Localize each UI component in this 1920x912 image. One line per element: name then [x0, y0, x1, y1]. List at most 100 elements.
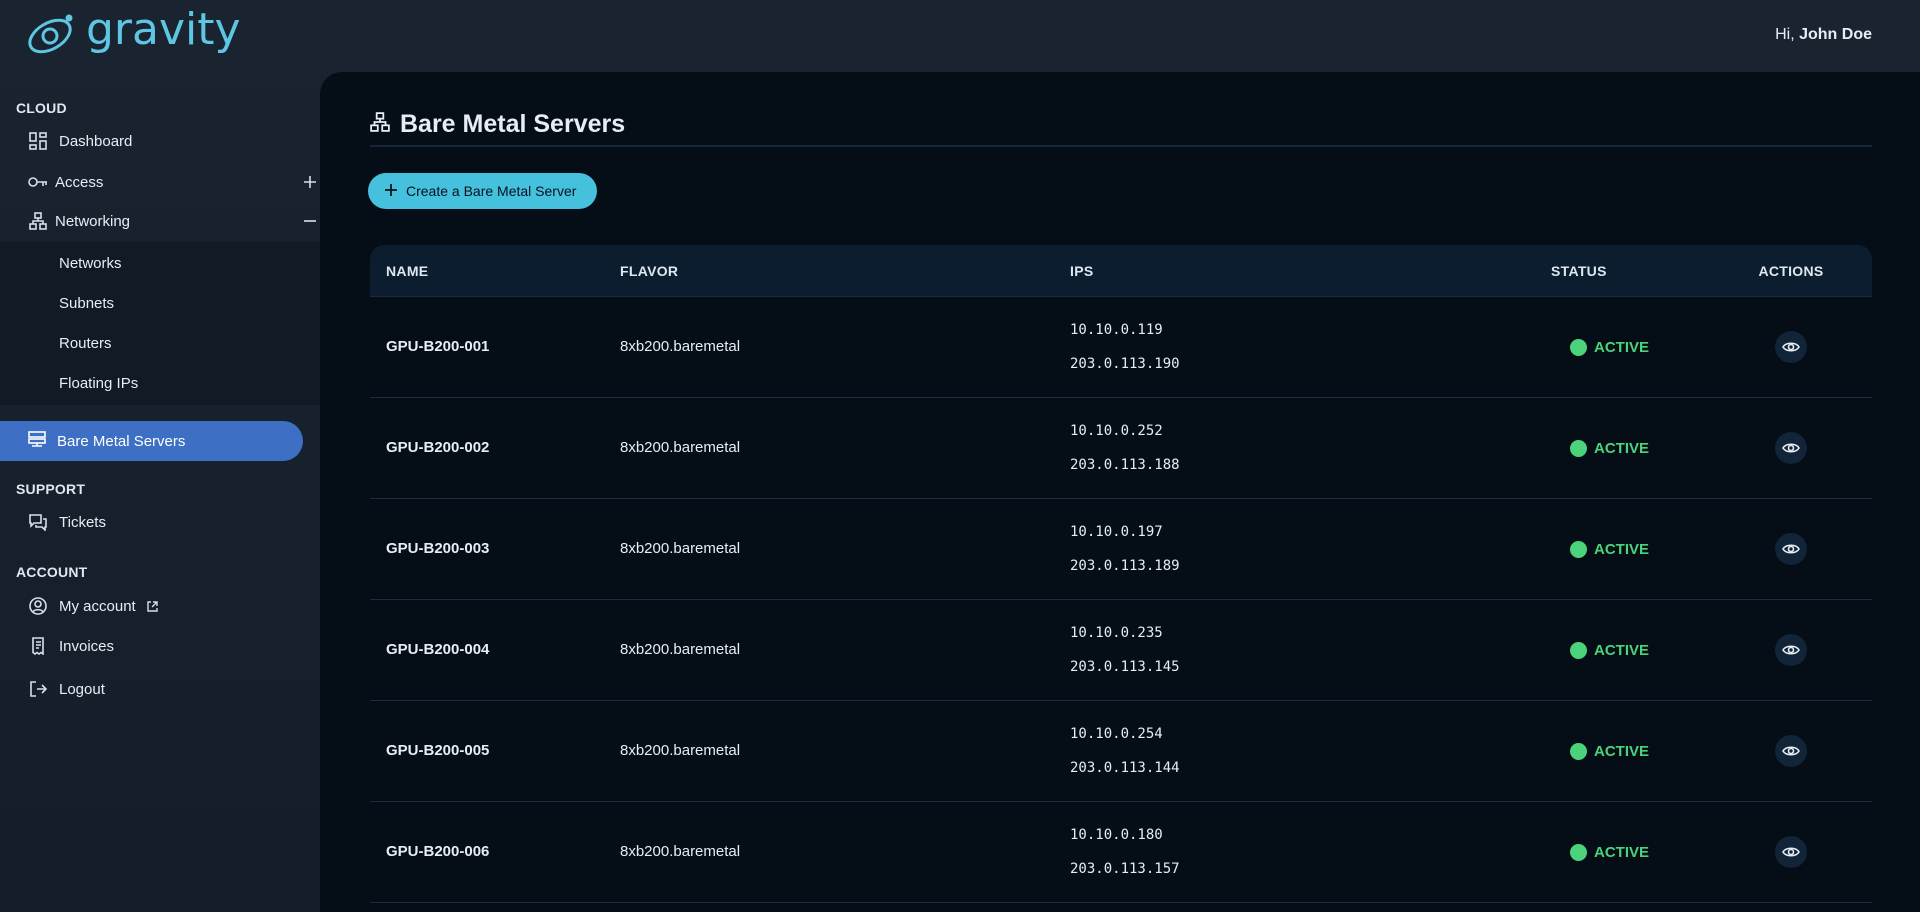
status-text: ACTIVE — [1594, 338, 1650, 356]
eye-icon — [1782, 846, 1800, 858]
server-name[interactable]: GPU-B200-002 — [386, 439, 489, 456]
server-name[interactable]: GPU-B200-005 — [386, 742, 489, 759]
table-row[interactable]: GPU-B200-004 8xb200.baremetal 10.10.0.23… — [370, 600, 1872, 701]
column-header-actions: ACTIONS — [1758, 262, 1824, 279]
table-row[interactable]: GPU-B200-002 8xb200.baremetal 10.10.0.25… — [370, 398, 1872, 499]
brand-logo[interactable]: gravity — [26, 8, 241, 58]
private-ip: 10.10.0.180 — [1070, 827, 1163, 843]
status-badge: ACTIVE — [1570, 843, 1650, 861]
invoice-icon — [28, 636, 48, 656]
sidebar-item-label: Dashboard — [59, 132, 133, 150]
table-row[interactable]: GPU-B200-003 8xb200.baremetal 10.10.0.19… — [370, 499, 1872, 600]
status-dot-icon — [1570, 540, 1587, 558]
status-text: ACTIVE — [1594, 641, 1650, 659]
create-bare-metal-server-button[interactable]: Create a Bare Metal Server — [368, 173, 597, 209]
public-ip: 203.0.113.157 — [1070, 861, 1180, 877]
status-badge: ACTIVE — [1570, 338, 1650, 356]
server-name[interactable]: GPU-B200-004 — [386, 641, 489, 658]
table-row[interactable]: GPU-B200-006 8xb200.baremetal 10.10.0.18… — [370, 802, 1872, 903]
networking-submenu: Networks Subnets Routers Floating IPs — [0, 242, 320, 405]
sidebar-item-label: Tickets — [59, 513, 106, 531]
status-text: ACTIVE — [1594, 439, 1650, 457]
chat-icon — [28, 512, 48, 532]
column-header-ips[interactable]: IPS — [1070, 263, 1550, 279]
public-ip: 203.0.113.188 — [1070, 457, 1180, 473]
sidebar-item-routers[interactable]: Routers — [0, 323, 320, 363]
eye-icon — [1782, 644, 1800, 656]
server-flavor: 8xb200.baremetal — [620, 439, 741, 456]
column-header-status[interactable]: STATUS — [1550, 263, 1710, 279]
status-badge: ACTIVE — [1570, 540, 1650, 558]
public-ip: 203.0.113.145 — [1070, 659, 1180, 675]
user-greeting: Hi, John Doe — [1775, 26, 1872, 44]
sidebar-item-tickets[interactable]: Tickets — [28, 502, 318, 542]
private-ip: 10.10.0.119 — [1070, 322, 1163, 338]
sidebar-item-label: Invoices — [59, 637, 115, 655]
server-icon — [28, 431, 46, 451]
table-row[interactable]: GPU-B200-001 8xb200.baremetal 10.10.0.11… — [370, 297, 1872, 398]
status-dot-icon — [1570, 641, 1587, 659]
section-title-account: ACCOUNT — [16, 564, 88, 580]
main-content: Bare Metal Servers Create a Bare Metal S… — [320, 72, 1920, 912]
column-header-name[interactable]: NAME — [370, 263, 620, 279]
status-text: ACTIVE — [1594, 540, 1650, 558]
server-name[interactable]: GPU-B200-006 — [386, 843, 489, 860]
network-icon — [370, 112, 390, 137]
table-row[interactable]: GPU-B200-005 8xb200.baremetal 10.10.0.25… — [370, 701, 1872, 802]
orbit-logo-icon — [28, 14, 73, 54]
sidebar-item-bare-metal-servers[interactable]: Bare Metal Servers — [0, 421, 303, 461]
status-badge: ACTIVE — [1570, 641, 1650, 659]
servers-table: NAME FLAVOR IPS STATUS ACTIONS GPU-B200-… — [370, 245, 1872, 903]
table-body: GPU-B200-001 8xb200.baremetal 10.10.0.11… — [370, 297, 1872, 903]
create-button-label: Create a Bare Metal Server — [406, 183, 577, 199]
expand-plus-icon[interactable] — [300, 172, 320, 192]
public-ip: 203.0.113.190 — [1070, 356, 1180, 372]
sidebar-item-my-account[interactable]: My account — [28, 586, 318, 626]
page-title: Bare Metal Servers — [370, 110, 625, 139]
status-text: ACTIVE — [1594, 843, 1650, 861]
view-server-button[interactable] — [1775, 533, 1807, 565]
status-dot-icon — [1570, 439, 1587, 457]
private-ip: 10.10.0.197 — [1070, 524, 1163, 540]
sidebar-item-floating-ips[interactable]: Floating IPs — [0, 363, 320, 403]
status-text: ACTIVE — [1594, 742, 1650, 760]
eye-icon — [1782, 341, 1800, 353]
public-ip: 203.0.113.189 — [1070, 558, 1180, 574]
logout-icon — [28, 679, 48, 699]
view-server-button[interactable] — [1775, 836, 1807, 868]
view-server-button[interactable] — [1775, 735, 1807, 767]
network-icon — [28, 211, 48, 231]
sidebar-item-subnets[interactable]: Subnets — [0, 283, 320, 323]
dashboard-icon — [28, 131, 48, 151]
sidebar: CLOUD Dashboard Access Networking Networ… — [0, 72, 320, 912]
sidebar-item-networks[interactable]: Networks — [0, 243, 320, 283]
sidebar-item-invoices[interactable]: Invoices — [28, 626, 318, 666]
server-flavor: 8xb200.baremetal — [620, 742, 741, 759]
view-server-button[interactable] — [1775, 432, 1807, 464]
column-header-flavor[interactable]: FLAVOR — [620, 263, 1070, 279]
greeting-prefix: Hi, — [1775, 26, 1795, 43]
sidebar-item-networking[interactable]: Networking — [28, 201, 318, 241]
server-flavor: 8xb200.baremetal — [620, 641, 741, 658]
status-dot-icon — [1570, 338, 1587, 356]
server-name[interactable]: GPU-B200-001 — [386, 338, 489, 355]
collapse-minus-icon[interactable] — [300, 211, 320, 231]
top-bar: gravity Hi, John Doe — [0, 0, 1920, 72]
view-server-button[interactable] — [1775, 634, 1807, 666]
sidebar-item-logout[interactable]: Logout — [28, 669, 318, 709]
status-badge: ACTIVE — [1570, 742, 1650, 760]
brand-name: gravity — [86, 4, 241, 55]
view-server-button[interactable] — [1775, 331, 1807, 363]
title-divider — [370, 145, 1872, 147]
private-ip: 10.10.0.235 — [1070, 625, 1163, 641]
eye-icon — [1782, 442, 1800, 454]
sidebar-item-access[interactable]: Access — [28, 162, 318, 202]
sidebar-item-dashboard[interactable]: Dashboard — [28, 121, 318, 161]
server-name[interactable]: GPU-B200-003 — [386, 540, 489, 557]
external-link-icon — [146, 600, 159, 617]
server-flavor: 8xb200.baremetal — [620, 540, 741, 557]
key-icon — [28, 172, 48, 192]
private-ip: 10.10.0.254 — [1070, 726, 1163, 742]
sidebar-item-label: Bare Metal Servers — [57, 432, 186, 450]
private-ip: 10.10.0.252 — [1070, 423, 1163, 439]
